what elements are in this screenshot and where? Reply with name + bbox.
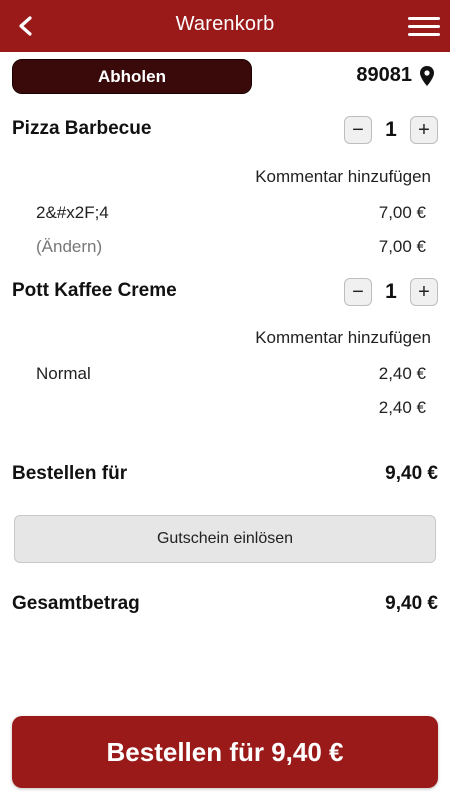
item-total: 7,00 € <box>378 237 426 256</box>
change-item-link[interactable]: (Ändern) <box>36 237 102 257</box>
item-name: Pott Kaffee Creme <box>12 280 177 301</box>
order-for-value: 9,40 € <box>385 463 438 484</box>
redeem-voucher-button[interactable]: Gutschein einlösen <box>14 515 436 563</box>
increase-button[interactable]: + <box>410 278 438 306</box>
decrease-button[interactable]: − <box>344 278 372 306</box>
add-comment-link[interactable]: Kommentar hinzufügen <box>255 167 431 187</box>
total-label: Gesamtbetrag <box>12 593 140 614</box>
item-name: Pizza Barbecue <box>12 118 152 139</box>
zip-code: 89081 <box>356 64 412 86</box>
quantity-stepper: − 1 + <box>344 116 438 144</box>
chevron-left-icon <box>19 16 32 36</box>
option-price: 2,40 € <box>378 364 426 383</box>
place-order-button[interactable]: Bestellen für 9,40 € <box>12 716 438 788</box>
item-option: 2&#x2F;4 <box>36 203 109 222</box>
add-comment-link[interactable]: Kommentar hinzufügen <box>255 328 431 348</box>
quantity-value: 1 <box>385 118 397 141</box>
hamburger-menu-icon <box>408 16 440 20</box>
total-value: 9,40 € <box>385 593 438 614</box>
decrease-button[interactable]: − <box>344 116 372 144</box>
zip-location[interactable]: 89081 <box>356 64 434 87</box>
item-total: 2,40 € <box>378 398 426 417</box>
page-title: Warenkorb <box>175 13 275 35</box>
quantity-value: 1 <box>385 280 397 303</box>
app-header: Warenkorb <box>0 0 450 52</box>
option-price: 7,00 € <box>378 203 426 222</box>
map-pin-icon <box>420 65 434 86</box>
quantity-stepper: − 1 + <box>344 278 438 306</box>
item-option: Normal <box>36 364 91 383</box>
order-for-label: Bestellen für <box>12 463 128 484</box>
back-button[interactable] <box>8 8 44 44</box>
pickup-button[interactable]: Abholen <box>12 59 252 94</box>
menu-button[interactable] <box>406 10 442 42</box>
increase-button[interactable]: + <box>410 116 438 144</box>
